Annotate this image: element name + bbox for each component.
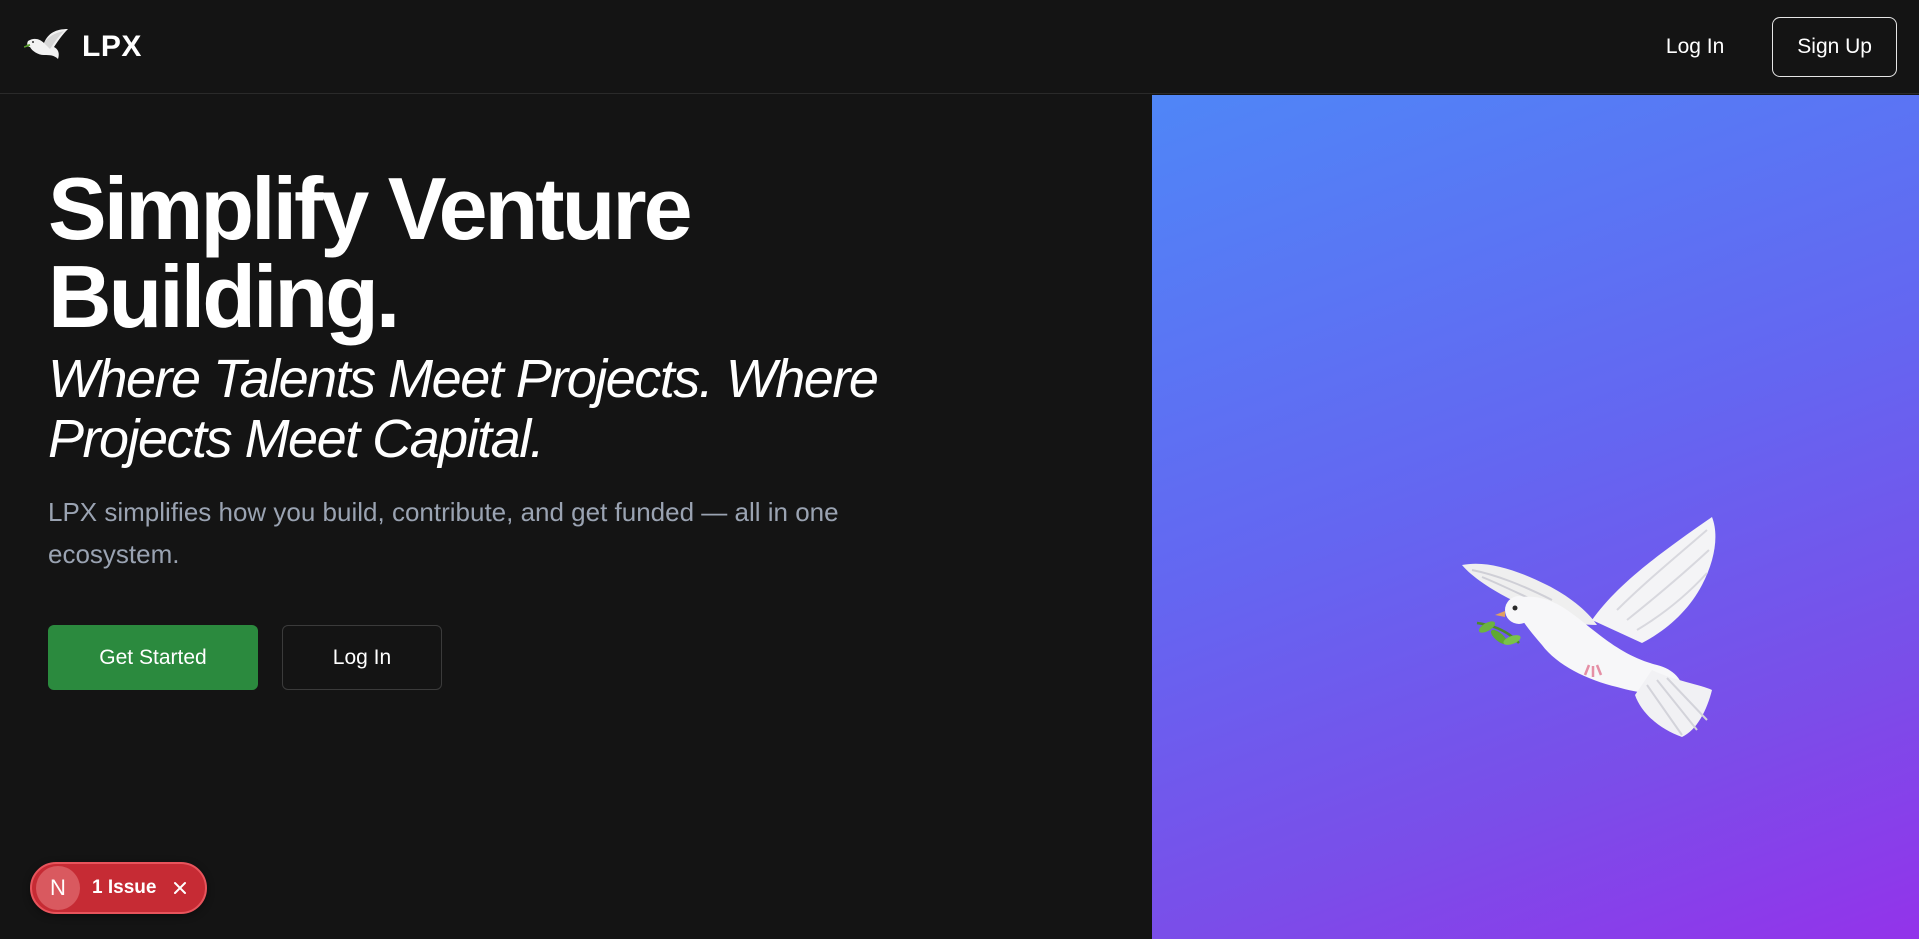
get-started-button[interactable]: Get Started — [48, 625, 258, 690]
hero-title: Simplify Venture Building. — [48, 165, 948, 341]
issue-badge[interactable]: N 1 Issue — [30, 862, 207, 914]
hero-visual-panel — [1152, 95, 1919, 939]
issue-count-label: 1 Issue — [92, 877, 157, 898]
hero-description: LPX simplifies how you build, contribute… — [48, 497, 839, 569]
top-navigation-bar: LPX Log In Sign Up — [0, 0, 1919, 94]
hero-login-button[interactable]: Log In — [282, 625, 442, 690]
nextjs-logo-icon: N — [36, 866, 80, 910]
dove-icon — [23, 27, 72, 67]
dove-with-olive-branch-icon — [1457, 515, 1747, 740]
hero-title-line-2: Building. — [48, 247, 400, 346]
close-icon[interactable] — [170, 878, 190, 898]
brand-name: LPX — [82, 29, 142, 63]
header-login-link[interactable]: Log In — [1666, 35, 1724, 59]
hero-content: Simplify Venture Building. Where Talents… — [48, 165, 948, 690]
hero-title-line-1: Simplify Venture — [48, 159, 693, 258]
hero-subtitle: Where Talents Meet Projects. Where Proje… — [48, 349, 879, 469]
signup-button[interactable]: Sign Up — [1772, 16, 1897, 77]
cta-row: Get Started Log In — [48, 625, 948, 690]
header-actions: Log In Sign Up — [1666, 16, 1897, 77]
brand-logo-link[interactable]: LPX — [23, 27, 142, 67]
